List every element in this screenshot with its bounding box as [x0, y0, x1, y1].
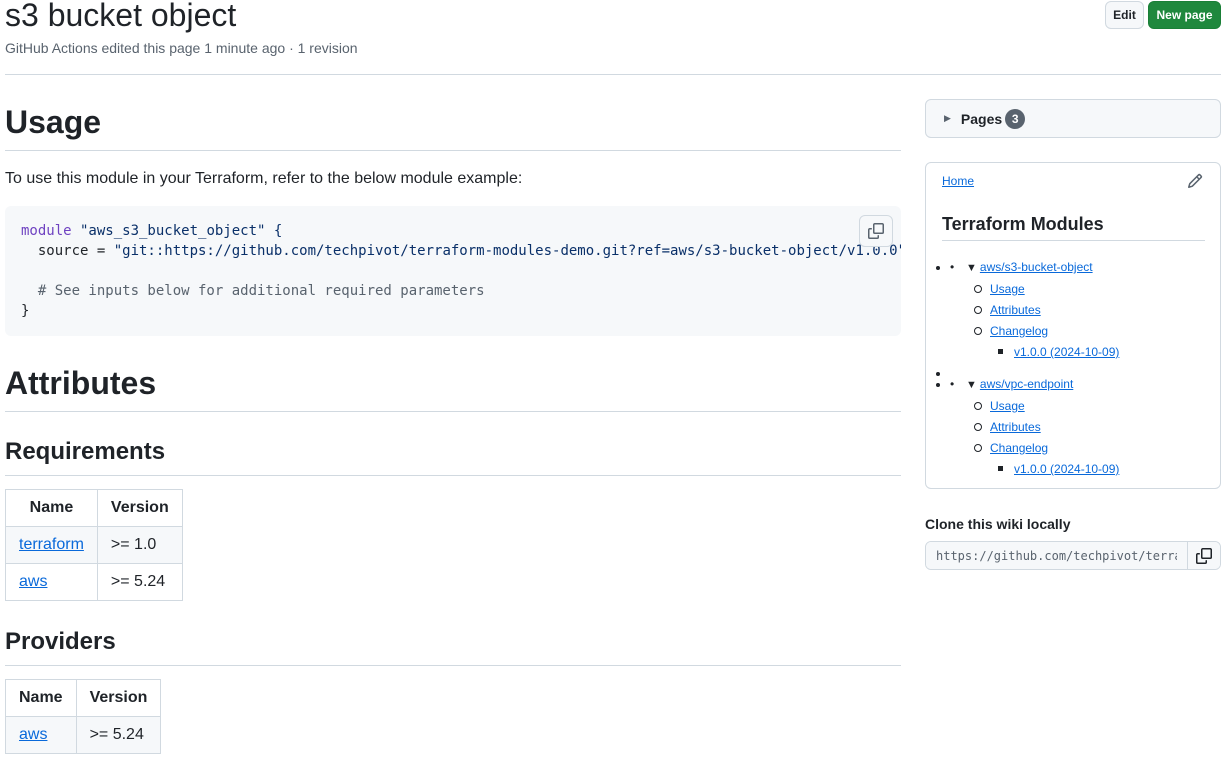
- code-comment: # See inputs below for additional requir…: [21, 283, 485, 299]
- requirement-link-aws[interactable]: aws: [19, 573, 47, 590]
- new-page-button[interactable]: New page: [1148, 1, 1221, 29]
- table-row: aws >= 5.24: [5, 716, 162, 754]
- module-link-vpc-endpoint[interactable]: aws/vpc-endpoint: [980, 377, 1073, 391]
- provider-link-aws[interactable]: aws: [19, 726, 47, 743]
- toc-link-version[interactable]: v1.0.0 (2024-10-09): [1014, 462, 1119, 476]
- changelog-sublist: v1.0.0 (2024-10-09): [990, 459, 1119, 480]
- code-module-name: "aws_s3_bucket_object" {: [71, 223, 283, 239]
- table-row: terraform >= 1.0: [5, 526, 183, 564]
- module-sublist: Usage Attributes Changelog v1.0.0 (2024-…: [950, 279, 1119, 363]
- table-row: aws >= 5.24: [5, 563, 183, 601]
- list-item: Changelog v1.0.0 (2024-10-09): [973, 438, 1119, 480]
- list-item: Attributes: [973, 300, 1119, 321]
- copy-code-button[interactable]: [859, 215, 893, 247]
- usage-intro: To use this module in your Terraform, re…: [5, 170, 523, 187]
- code-source-key: source =: [21, 243, 114, 259]
- toc-link-changelog[interactable]: Changelog: [990, 441, 1048, 455]
- caret-right-icon: ▶: [944, 113, 951, 123]
- home-link[interactable]: Home: [942, 174, 974, 188]
- toc-link-usage[interactable]: Usage: [990, 399, 1025, 413]
- code-source-value: "git::https://github.com/techpivot/terra…: [113, 243, 901, 259]
- table-header-row: Name Version: [5, 489, 183, 527]
- table-cell: >= 1.0: [96, 526, 183, 564]
- table-header-row: Name Version: [5, 679, 162, 717]
- list-item: v1.0.0 (2024-10-09): [997, 459, 1119, 480]
- toc-link-changelog[interactable]: Changelog: [990, 324, 1048, 338]
- changelog-sublist: v1.0.0 (2024-10-09): [990, 342, 1119, 363]
- pages-label: Pages: [960, 110, 1003, 127]
- pencil-icon[interactable]: [1187, 173, 1203, 189]
- edit-button[interactable]: Edit: [1105, 1, 1144, 29]
- requirements-heading: Requirements: [5, 437, 901, 476]
- module-link-s3-bucket-object[interactable]: aws/s3-bucket-object: [980, 260, 1093, 274]
- pages-toggle[interactable]: ▶ Pages 3: [925, 99, 1221, 138]
- code-block[interactable]: module "aws_s3_bucket_object" { source =…: [5, 206, 901, 336]
- code-close: }: [21, 303, 30, 319]
- column-header: Version: [75, 679, 162, 717]
- providers-heading: Providers: [5, 627, 901, 666]
- custom-sidebar: Home Terraform Modules ▼aws/s3-bucket-ob…: [925, 162, 1221, 489]
- table-cell: terraform: [5, 526, 98, 564]
- list-item: ▼aws/s3-bucket-object Usage Attributes C…: [950, 257, 1119, 363]
- column-header: Name: [5, 679, 77, 717]
- list-item: v1.0.0 (2024-10-09): [997, 342, 1119, 363]
- clone-label: Clone this wiki locally: [925, 516, 1071, 532]
- module-sublist: Usage Attributes Changelog v1.0.0 (2024-…: [950, 396, 1119, 480]
- toc-link-usage[interactable]: Usage: [990, 282, 1025, 296]
- triangle-down-icon: ▼: [966, 379, 977, 391]
- module-list: ▼aws/s3-bucket-object Usage Attributes C…: [950, 257, 1119, 480]
- clone-url-group: [925, 541, 1221, 570]
- copy-icon: [868, 223, 884, 239]
- toc-title: Terraform Modules: [942, 214, 1205, 241]
- attributes-heading: Attributes: [5, 363, 901, 412]
- triangle-down-icon: ▼: [966, 262, 977, 274]
- list-item: Attributes: [973, 417, 1119, 438]
- page-header: s3 bucket object GitHub Actions edited t…: [5, 0, 1221, 75]
- copy-clone-url-button[interactable]: [1187, 542, 1220, 569]
- requirements-table: Name Version terraform >= 1.0 aws >= 5.2…: [5, 489, 183, 601]
- usage-heading: Usage: [5, 102, 901, 151]
- spacer: [950, 363, 1119, 374]
- table-cell: aws: [5, 716, 77, 754]
- list-item: ▼aws/vpc-endpoint Usage Attributes Chang…: [950, 374, 1119, 480]
- toc-link-attributes[interactable]: Attributes: [990, 420, 1041, 434]
- list-item: Usage: [973, 396, 1119, 417]
- table-cell: aws: [5, 563, 98, 601]
- toc-link-version[interactable]: v1.0.0 (2024-10-09): [1014, 345, 1119, 359]
- pages-count-badge: 3: [1005, 108, 1026, 129]
- toc-link-attributes[interactable]: Attributes: [990, 303, 1041, 317]
- providers-table: Name Version aws >= 5.24: [5, 679, 162, 754]
- page-meta: GitHub Actions edited this page 1 minute…: [5, 40, 358, 56]
- clone-url-input[interactable]: [926, 542, 1188, 569]
- list-item: Changelog v1.0.0 (2024-10-09): [973, 321, 1119, 363]
- requirement-link-terraform[interactable]: terraform: [19, 536, 84, 553]
- page-title: s3 bucket object: [5, 0, 237, 33]
- copy-icon: [1196, 547, 1213, 564]
- list-item: Usage: [973, 279, 1119, 300]
- column-header: Name: [5, 489, 98, 527]
- code-keyword: module: [21, 223, 72, 239]
- column-header: Version: [96, 489, 183, 527]
- table-cell: >= 5.24: [96, 563, 183, 601]
- table-cell: >= 5.24: [75, 716, 162, 754]
